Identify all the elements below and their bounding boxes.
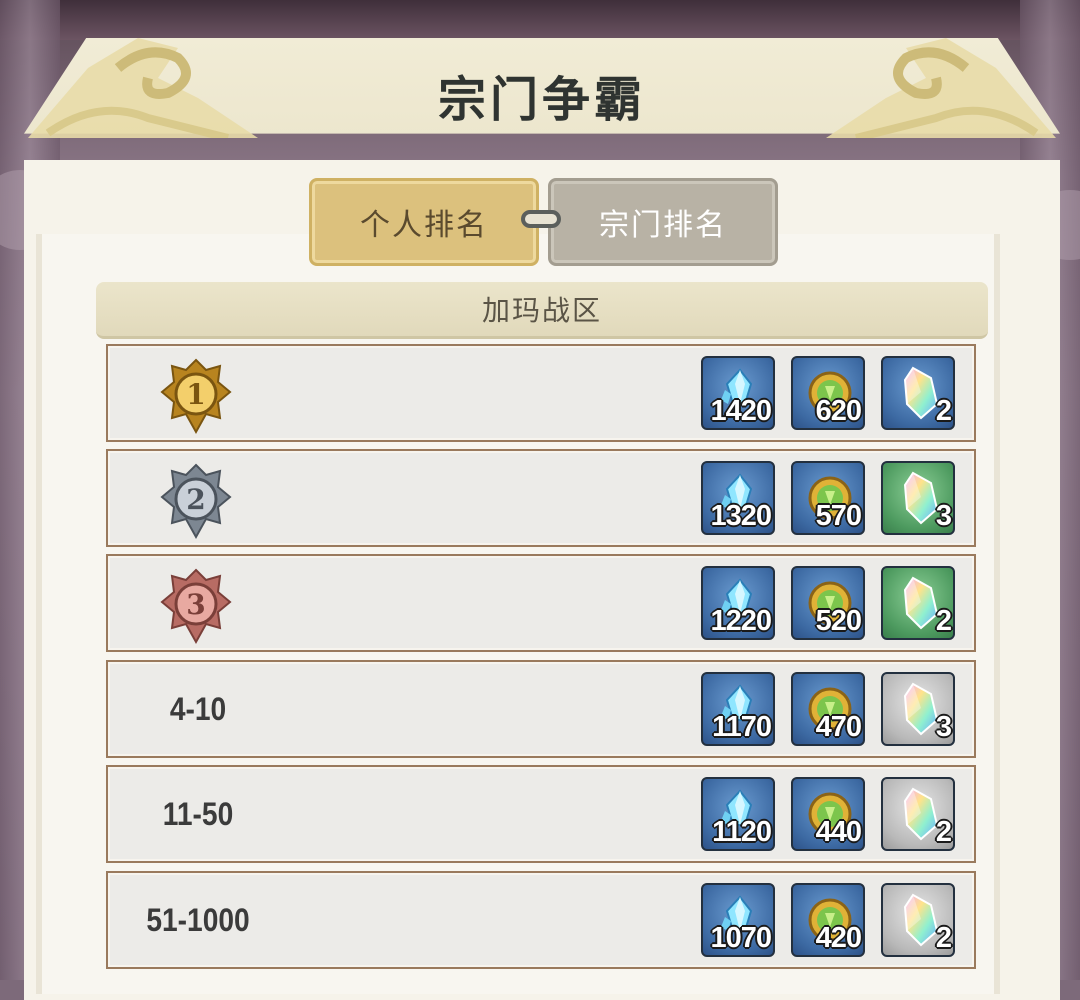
- item-count: 1120: [712, 816, 772, 848]
- item-count: 570: [815, 500, 862, 532]
- reward-item[interactable]: 1420: [701, 356, 775, 430]
- item-count: 1420: [710, 395, 772, 427]
- reward-item[interactable]: 2: [881, 883, 955, 957]
- rank-range-label: 4-10: [169, 690, 227, 727]
- reward-row: 3 1220 520 2: [106, 554, 976, 652]
- reward-item[interactable]: 520: [791, 566, 865, 640]
- item-count: 2: [935, 816, 952, 848]
- tab-sect-ranking[interactable]: 宗门排名: [548, 178, 778, 266]
- item-count: 2: [935, 922, 952, 954]
- reward-row: 51-1000 1070 420 2: [106, 871, 976, 969]
- item-count: 1070: [710, 922, 772, 954]
- reward-row: 2 1320 570 3: [106, 449, 976, 547]
- svg-text:3: 3: [186, 588, 205, 621]
- reward-item[interactable]: 620: [791, 356, 865, 430]
- item-count: 440: [815, 816, 862, 848]
- rank-range-label: 51-1000: [146, 901, 250, 938]
- reward-item[interactable]: 3: [881, 461, 955, 535]
- item-count: 3: [935, 711, 952, 743]
- roof-beam: [0, 0, 1080, 40]
- bronze-medal-icon: 3: [156, 566, 236, 646]
- region-header: 加玛战区: [96, 282, 988, 339]
- reward-item[interactable]: 440: [791, 777, 865, 851]
- item-count: 620: [815, 395, 862, 427]
- reward-item[interactable]: 1170: [701, 672, 775, 746]
- reward-item[interactable]: 1120: [701, 777, 775, 851]
- reward-item[interactable]: 3: [881, 672, 955, 746]
- item-count: 1220: [710, 605, 772, 637]
- item-count: 1170: [712, 711, 772, 743]
- item-count: 420: [815, 922, 862, 954]
- reward-item[interactable]: 470: [791, 672, 865, 746]
- page-title: 宗门争霸: [437, 72, 646, 128]
- item-count: 520: [815, 605, 862, 637]
- svg-text:1: 1: [186, 378, 205, 411]
- reward-item[interactable]: 420: [791, 883, 865, 957]
- item-count: 3: [935, 500, 952, 532]
- reward-item[interactable]: 570: [791, 461, 865, 535]
- item-count: 2: [935, 605, 952, 637]
- reward-row: 11-50 1120 440 2: [106, 765, 976, 863]
- silver-medal-icon: 2: [156, 461, 236, 541]
- tab-personal-ranking[interactable]: 个人排名: [309, 178, 539, 266]
- gold-medal-icon: 1: [156, 356, 236, 436]
- reward-item[interactable]: 2: [881, 356, 955, 430]
- item-count: 2: [935, 395, 952, 427]
- rank-range-label: 11-50: [162, 795, 234, 832]
- reward-item[interactable]: 1220: [701, 566, 775, 640]
- item-count: 470: [815, 711, 862, 743]
- reward-item[interactable]: 1320: [701, 461, 775, 535]
- reward-row: 4-10 1170 470 3: [106, 660, 976, 758]
- reward-item[interactable]: 2: [881, 777, 955, 851]
- item-count: 1320: [710, 500, 772, 532]
- tab-link-ring: [521, 210, 561, 228]
- svg-text:2: 2: [186, 483, 205, 516]
- reward-item[interactable]: 2: [881, 566, 955, 640]
- reward-item[interactable]: 1070: [701, 883, 775, 957]
- reward-row: 1 1420 620 2: [106, 344, 976, 442]
